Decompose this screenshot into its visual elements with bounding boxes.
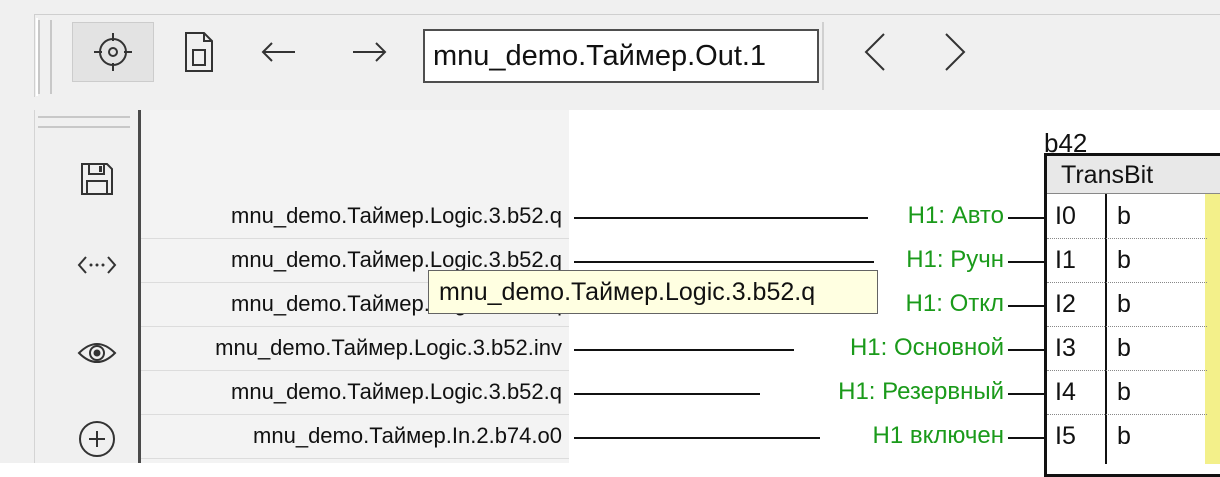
target-icon: [94, 33, 132, 71]
signal-label: Н1: Откл: [905, 290, 1004, 317]
signal-source[interactable]: mnu_demo.Таймер.Logic.3.b52.q: [231, 379, 562, 405]
block-pin-name[interactable]: I0: [1047, 194, 1105, 238]
side-toolbar-grip[interactable]: [38, 116, 130, 128]
pin-wire: [1008, 217, 1046, 219]
add-button[interactable]: [68, 410, 126, 468]
target-button[interactable]: [72, 22, 154, 82]
row-divider: [141, 414, 569, 415]
save-icon: [81, 163, 113, 195]
arrow-right-icon: [353, 42, 387, 62]
block-type: TransBit: [1047, 156, 1220, 194]
signal-source[interactable]: mnu_demo.Таймер.In.2.b74.o0: [253, 423, 562, 449]
row-divider: [141, 370, 569, 371]
address-input[interactable]: mnu_demo.Таймер.Out.1: [423, 29, 819, 83]
pin-wire: [1008, 261, 1046, 263]
row-divider: [141, 238, 569, 239]
arrow-left-icon: [261, 42, 295, 62]
pin-value-highlight: [1205, 194, 1220, 464]
signal-label: Н1: Авто: [907, 202, 1004, 229]
block-pin-type: b: [1117, 290, 1131, 318]
code-brackets-icon: [77, 256, 117, 274]
view-button[interactable]: [68, 324, 126, 382]
chevron-right-icon: [945, 33, 966, 71]
next-button[interactable]: [930, 22, 980, 82]
block-pin-type: b: [1117, 246, 1131, 274]
pin-wire: [1008, 393, 1046, 395]
code-view-button[interactable]: [68, 236, 126, 294]
signal-label: Н1: Ручн: [906, 246, 1004, 273]
previous-button[interactable]: [850, 22, 900, 82]
block-pin-type: b: [1117, 422, 1131, 450]
save-button[interactable]: [68, 150, 126, 208]
toolbar-separator: [822, 22, 824, 90]
pin-wire: [1008, 305, 1046, 307]
block-pin-name[interactable]: I5: [1047, 414, 1105, 458]
block-pin-name[interactable]: I4: [1047, 370, 1105, 414]
toolbar-grip[interactable]: [38, 20, 52, 94]
row-divider: [141, 458, 569, 459]
chevron-left-icon: [864, 33, 885, 71]
row-divider: [141, 326, 569, 327]
block-pin-name[interactable]: I2: [1047, 282, 1105, 326]
signal-wire: [574, 393, 760, 395]
signal-wire: [574, 349, 794, 351]
tooltip: mnu_demo.Таймер.Logic.3.b52.q: [428, 270, 878, 314]
signal-source[interactable]: mnu_demo.Таймер.Logic.3.b52.inv: [215, 335, 562, 361]
signal-source[interactable]: mnu_demo.Таймер.Logic.3.b52.q: [231, 203, 562, 229]
signal-label: Н1: Резервный: [838, 378, 1004, 405]
block-pin-type: b: [1117, 378, 1131, 406]
eye-icon: [77, 343, 117, 363]
forward-button[interactable]: [344, 22, 394, 82]
pin-wire: [1008, 437, 1046, 439]
signal-wire: [574, 217, 868, 219]
signal-label: Н1: Основной: [849, 334, 1004, 361]
document-icon: [185, 32, 213, 72]
signal-label: Н1 включен: [872, 422, 1004, 449]
document-button[interactable]: [170, 22, 228, 82]
block-pin-name[interactable]: I3: [1047, 326, 1105, 370]
block-pin-type: b: [1117, 334, 1131, 362]
block-pin-name[interactable]: I1: [1047, 238, 1105, 282]
pin-wire: [1008, 349, 1046, 351]
block-pin-type: b: [1117, 202, 1131, 230]
signal-wire: [574, 261, 874, 263]
plus-circle-icon: [79, 421, 115, 457]
signal-wire: [574, 437, 820, 439]
back-button[interactable]: [254, 22, 304, 82]
